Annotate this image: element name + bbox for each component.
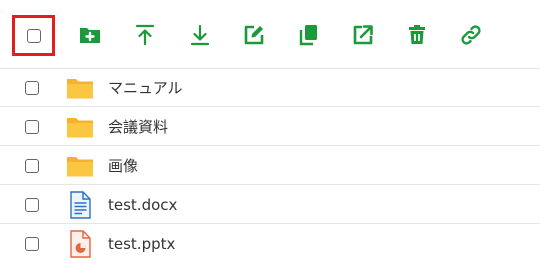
file-name[interactable]: マニュアル [108, 79, 183, 97]
file-name[interactable]: 画像 [108, 157, 138, 175]
row-checkbox[interactable] [25, 81, 39, 95]
delete-button[interactable] [405, 23, 429, 47]
file-name[interactable]: test.pptx [108, 235, 175, 253]
file-row[interactable]: 会議資料 [0, 108, 540, 146]
upload-icon [135, 24, 155, 46]
copy-button[interactable] [297, 23, 321, 47]
select-all-checkbox[interactable] [26, 28, 41, 43]
row-checkbox[interactable] [25, 198, 39, 212]
select-all-highlight[interactable] [12, 15, 55, 56]
open-external-icon [353, 25, 373, 45]
toolbar [0, 0, 540, 69]
row-checkbox[interactable] [25, 159, 39, 173]
upload-button[interactable] [133, 23, 157, 47]
new-folder-button[interactable] [78, 23, 102, 47]
link-icon [461, 25, 481, 45]
folder-icon [66, 74, 94, 102]
file-name[interactable]: test.docx [108, 196, 177, 214]
file-row[interactable]: マニュアル [0, 69, 540, 107]
word-document-icon [66, 191, 94, 219]
file-name[interactable]: 会議資料 [108, 118, 168, 136]
rename-icon [244, 25, 264, 45]
folder-icon [66, 152, 94, 180]
row-checkbox[interactable] [25, 120, 39, 134]
open-external-button[interactable] [351, 23, 375, 47]
folder-icon [66, 113, 94, 141]
download-button[interactable] [188, 23, 212, 47]
powerpoint-document-icon [66, 230, 94, 258]
file-row[interactable]: 画像 [0, 147, 540, 185]
file-row[interactable]: test.docx [0, 186, 540, 224]
file-row[interactable]: test.pptx [0, 225, 540, 263]
new-folder-icon [80, 28, 100, 43]
download-icon [190, 24, 210, 46]
copy-icon [299, 25, 317, 46]
row-checkbox[interactable] [25, 237, 39, 251]
rename-button[interactable] [242, 23, 266, 47]
delete-icon [409, 25, 425, 44]
link-button[interactable] [459, 23, 483, 47]
